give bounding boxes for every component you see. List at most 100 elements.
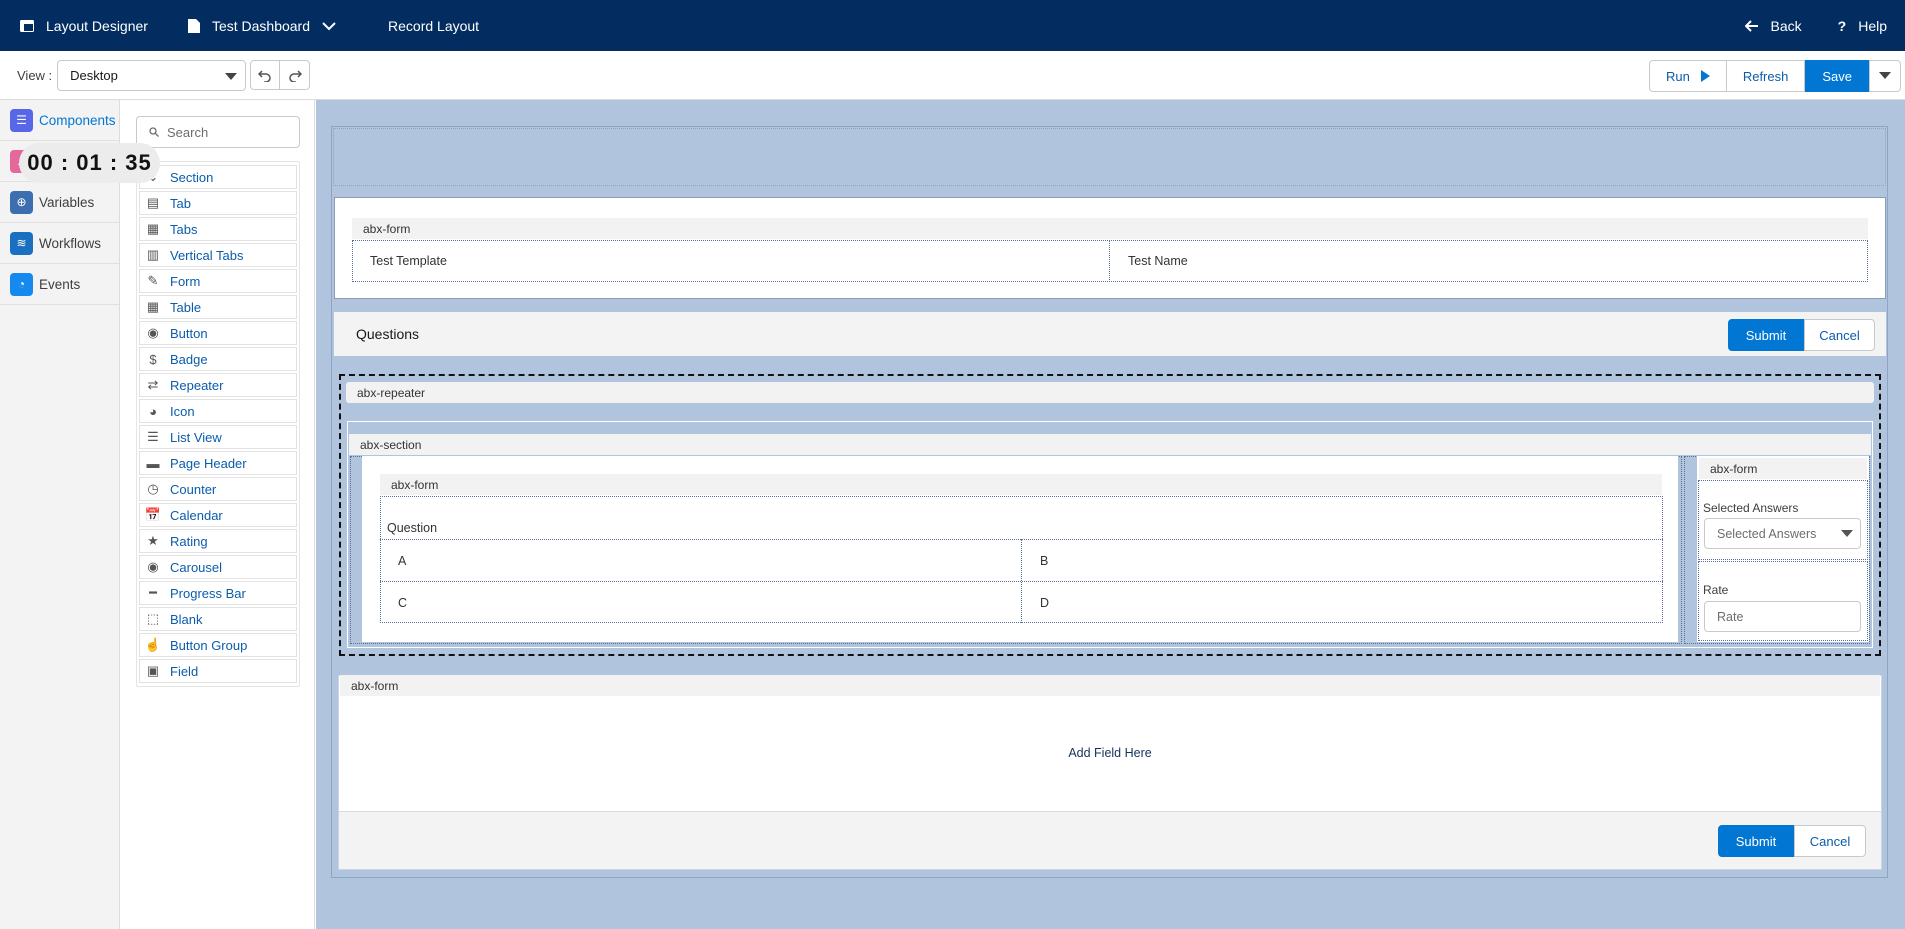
- rate-label: Rate: [1703, 583, 1729, 597]
- view-select-value: Desktop: [70, 67, 118, 83]
- rate-input[interactable]: Rate: [1704, 601, 1861, 632]
- component-label: Repeater: [170, 377, 224, 393]
- undo-button[interactable]: [250, 60, 281, 90]
- component-counter[interactable]: ◷ Counter: [139, 477, 297, 501]
- save-button[interactable]: Save: [1805, 60, 1869, 92]
- component-form[interactable]: ✎ Form: [139, 269, 297, 293]
- badge-icon: $: [149, 351, 157, 367]
- list-icon: ☰: [10, 108, 33, 132]
- nav-item-components[interactable]: ☰ Components: [0, 100, 119, 141]
- rating-icon: ★: [147, 533, 159, 548]
- questions-header: [334, 312, 1886, 356]
- form-label: abx-form: [352, 218, 1868, 239]
- save-options-button[interactable]: [1869, 60, 1901, 92]
- record-layout-label: Record Layout: [388, 17, 480, 34]
- rate-placeholder: Rate: [1717, 609, 1744, 624]
- layout-icon: [20, 19, 34, 32]
- top-bar: Layout Designer Test Dashboard Record La…: [0, 0, 1905, 51]
- component-label: Tabs: [170, 221, 198, 237]
- component-vertical-tabs[interactable]: ▥ Vertical Tabs: [139, 243, 297, 267]
- component-icon[interactable]: ◕ Icon: [139, 399, 297, 423]
- search-input[interactable]: Search: [136, 116, 300, 148]
- field-icon: ▣: [146, 663, 160, 678]
- toolbar: View : Desktop Run Refresh Save: [0, 51, 1905, 100]
- help-label: Help: [1858, 17, 1887, 34]
- refresh-button[interactable]: Refresh: [1726, 60, 1806, 92]
- back-label: Back: [1770, 17, 1802, 34]
- nav-item-label: Variables: [39, 194, 95, 210]
- component-label: Page Header: [170, 455, 247, 471]
- nav-item-label: Workflows: [39, 235, 102, 251]
- refresh-label: Refresh: [1742, 68, 1789, 84]
- component-carousel[interactable]: ◉ Carousel: [139, 555, 297, 579]
- component-tab[interactable]: ▤ Tab: [139, 191, 297, 215]
- back-button[interactable]: Back: [1727, 0, 1820, 51]
- view-label: View :: [17, 67, 53, 83]
- app-title: Layout Designer: [46, 17, 148, 34]
- questions-cancel-button[interactable]: Cancel: [1804, 319, 1875, 351]
- nav-item-label: Events: [39, 276, 81, 292]
- nav-item-label: Components: [39, 112, 116, 128]
- component-badge[interactable]: $ Badge: [139, 347, 297, 371]
- component-calendar[interactable]: 📅 Calendar: [139, 503, 297, 527]
- button-group-icon: ☝: [144, 637, 162, 652]
- view-select[interactable]: Desktop: [57, 59, 247, 91]
- component-section[interactable]: ⌄Section: [139, 165, 297, 189]
- record-layout-tab[interactable]: Record Layout: [368, 0, 499, 51]
- selected-answers-select[interactable]: Selected Answers: [1704, 518, 1861, 549]
- add-field-here[interactable]: Add Field Here: [340, 730, 1880, 776]
- tabs-icon: ▦: [146, 221, 160, 236]
- section-label: abx-section: [349, 434, 1871, 455]
- help-button[interactable]: ? Help: [1820, 0, 1905, 51]
- component-progress-bar[interactable]: ━ Progress Bar: [139, 581, 297, 605]
- field-test-name[interactable]: Test Name: [1112, 240, 1862, 282]
- component-palette: Search ⌄Section ▤ Tab ▦ Tabs ▥ Vertical Tabs ✎ F…: [120, 100, 315, 929]
- dashboard-dropdown[interactable]: Test Dashboard: [168, 0, 368, 51]
- inner-form-label: abx-form: [380, 474, 1662, 495]
- bottom-cancel-button[interactable]: Cancel: [1794, 825, 1866, 857]
- component-label: Field: [170, 663, 199, 679]
- option-d-field[interactable]: D: [1024, 585, 1049, 621]
- redo-icon: [288, 70, 302, 82]
- nav-item-variables[interactable]: ⊕ Variables: [0, 182, 119, 223]
- caret-down-icon: [1879, 72, 1891, 79]
- component-field[interactable]: ▣ Field: [139, 659, 297, 683]
- dashboard-label: Test Dashboard: [211, 17, 311, 34]
- nav-item-events[interactable]: ◔ Events: [0, 264, 119, 305]
- carousel-icon: ◉: [147, 559, 159, 574]
- run-button[interactable]: Run: [1648, 60, 1727, 92]
- redo-button[interactable]: [280, 60, 311, 90]
- component-table[interactable]: ▦ Table: [139, 295, 297, 319]
- globe-icon: ⊕: [10, 190, 33, 214]
- component-label: Carousel: [170, 559, 223, 575]
- run-label: Run: [1665, 68, 1690, 84]
- nav-item-workflows[interactable]: ≋ Workflows: [0, 223, 119, 264]
- component-rating[interactable]: ★ Rating: [139, 529, 297, 553]
- bottom-submit-button[interactable]: Submit: [1718, 825, 1794, 857]
- bottom-form-footer: [339, 811, 1881, 869]
- option-b-field[interactable]: B: [1024, 543, 1048, 579]
- question-icon: ?: [1837, 17, 1847, 34]
- component-button[interactable]: ◉ Button: [139, 321, 297, 345]
- component-label: Counter: [170, 481, 217, 497]
- component-tabs[interactable]: ▦ Tabs: [139, 217, 297, 241]
- component-repeater[interactable]: ⇄ Repeater: [139, 373, 297, 397]
- form-icon: ✎: [147, 273, 159, 288]
- component-page-header[interactable]: ▬ Page Header: [139, 451, 297, 475]
- option-a-field[interactable]: A: [382, 543, 406, 579]
- component-blank[interactable]: ⬚ Blank: [139, 607, 297, 631]
- component-list-view[interactable]: ☰ List View: [139, 425, 297, 449]
- save-label: Save: [1822, 68, 1852, 84]
- questions-submit-button[interactable]: Submit: [1728, 319, 1804, 351]
- component-label: Tab: [170, 195, 191, 211]
- icon-icon: ◕: [149, 403, 157, 419]
- calendar-icon: 📅: [144, 507, 162, 522]
- layout-designer-menu[interactable]: Layout Designer: [0, 0, 168, 51]
- undo-icon: [258, 70, 271, 82]
- table-icon: ▦: [146, 299, 160, 314]
- search-placeholder: Search: [167, 124, 209, 140]
- option-c-field[interactable]: C: [382, 585, 407, 621]
- field-test-template[interactable]: Test Template: [354, 240, 1110, 282]
- questions-title: Questions: [356, 326, 420, 342]
- component-button-group[interactable]: ☝ Button Group: [139, 633, 297, 657]
